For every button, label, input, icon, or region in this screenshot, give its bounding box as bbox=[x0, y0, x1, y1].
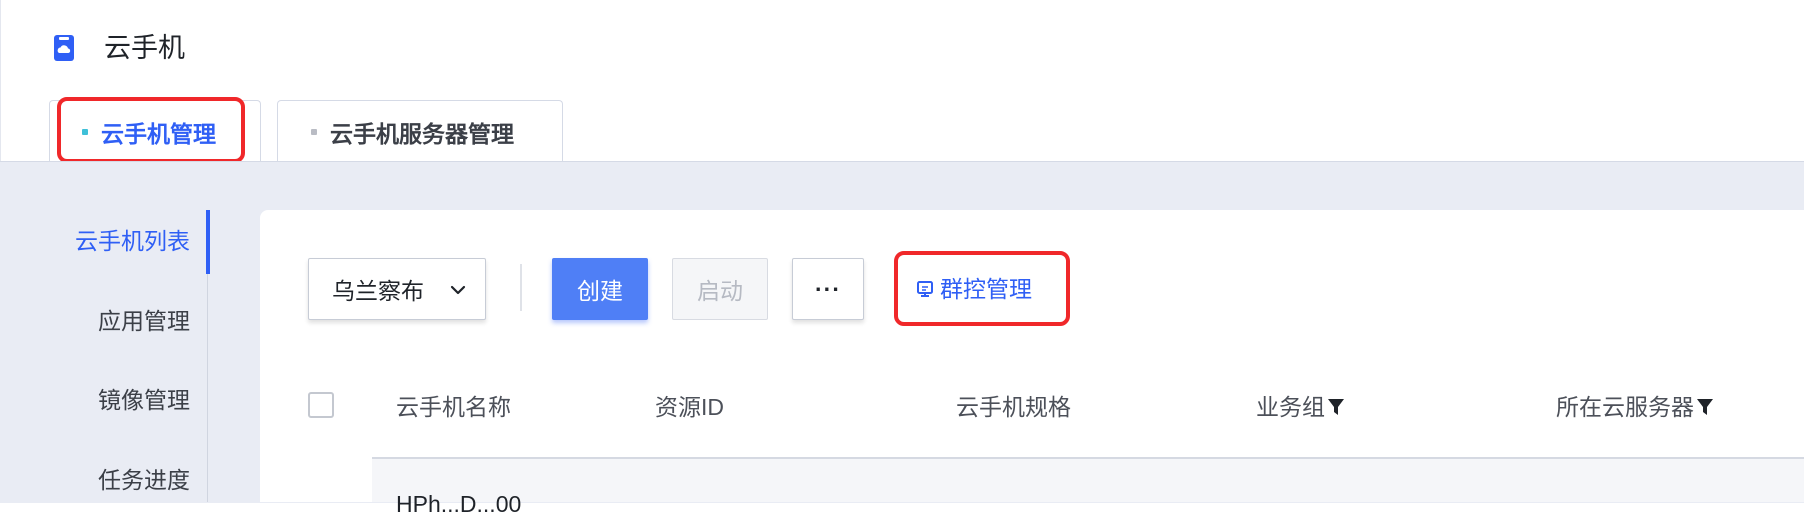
tab-label: 云手机服务器管理 bbox=[330, 120, 514, 147]
column-label: 资源ID bbox=[655, 394, 724, 420]
filter-icon[interactable] bbox=[1696, 397, 1714, 417]
column-header-spec[interactable]: 云手机规格 bbox=[956, 392, 1071, 422]
table-cell-name[interactable]: HPh...D...00 bbox=[396, 489, 521, 519]
region-select-value: 乌兰察布 bbox=[332, 278, 424, 304]
select-all-checkbox[interactable] bbox=[308, 392, 334, 418]
app-header: 云手机 云手机管理 云手机服务器管理 bbox=[0, 0, 1804, 162]
sidebar-active-indicator bbox=[206, 210, 210, 274]
column-label: 云手机名称 bbox=[396, 394, 511, 420]
highlight-box-group-control bbox=[894, 251, 1070, 326]
sidebar-item-cloud-phone-list[interactable]: 云手机列表 bbox=[75, 226, 190, 256]
chevron-down-icon bbox=[450, 285, 466, 295]
region-select[interactable]: 乌兰察布 bbox=[308, 258, 486, 320]
column-label: 所在云服务器 bbox=[1556, 394, 1694, 420]
start-button[interactable]: 启动 bbox=[672, 258, 768, 320]
column-header-business-group[interactable]: 业务组 bbox=[1256, 392, 1345, 422]
column-label: 业务组 bbox=[1256, 394, 1325, 420]
column-header-resource-id[interactable]: 资源ID bbox=[655, 392, 724, 422]
sidebar-item-image-management[interactable]: 镜像管理 bbox=[98, 385, 190, 415]
app-title: 云手机 bbox=[104, 33, 185, 63]
cloud-phone-icon bbox=[54, 35, 74, 61]
highlight-box-tab bbox=[57, 97, 245, 163]
table-row[interactable] bbox=[372, 459, 1804, 502]
sidebar-item-task-progress[interactable]: 任务进度 bbox=[98, 465, 190, 495]
create-button[interactable]: 创建 bbox=[552, 258, 648, 320]
toolbar-divider bbox=[520, 264, 522, 311]
column-header-name[interactable]: 云手机名称 bbox=[396, 392, 511, 422]
sidebar-item-app-management[interactable]: 应用管理 bbox=[98, 306, 190, 336]
tab-cloud-phone-server-management[interactable]: 云手机服务器管理 bbox=[277, 100, 563, 162]
column-header-cloud-server[interactable]: 所在云服务器 bbox=[1556, 392, 1714, 422]
tab-dot-icon bbox=[311, 128, 317, 135]
column-label: 云手机规格 bbox=[956, 394, 1071, 420]
more-actions-button[interactable]: ··· bbox=[792, 258, 864, 320]
filter-icon[interactable] bbox=[1327, 397, 1345, 417]
